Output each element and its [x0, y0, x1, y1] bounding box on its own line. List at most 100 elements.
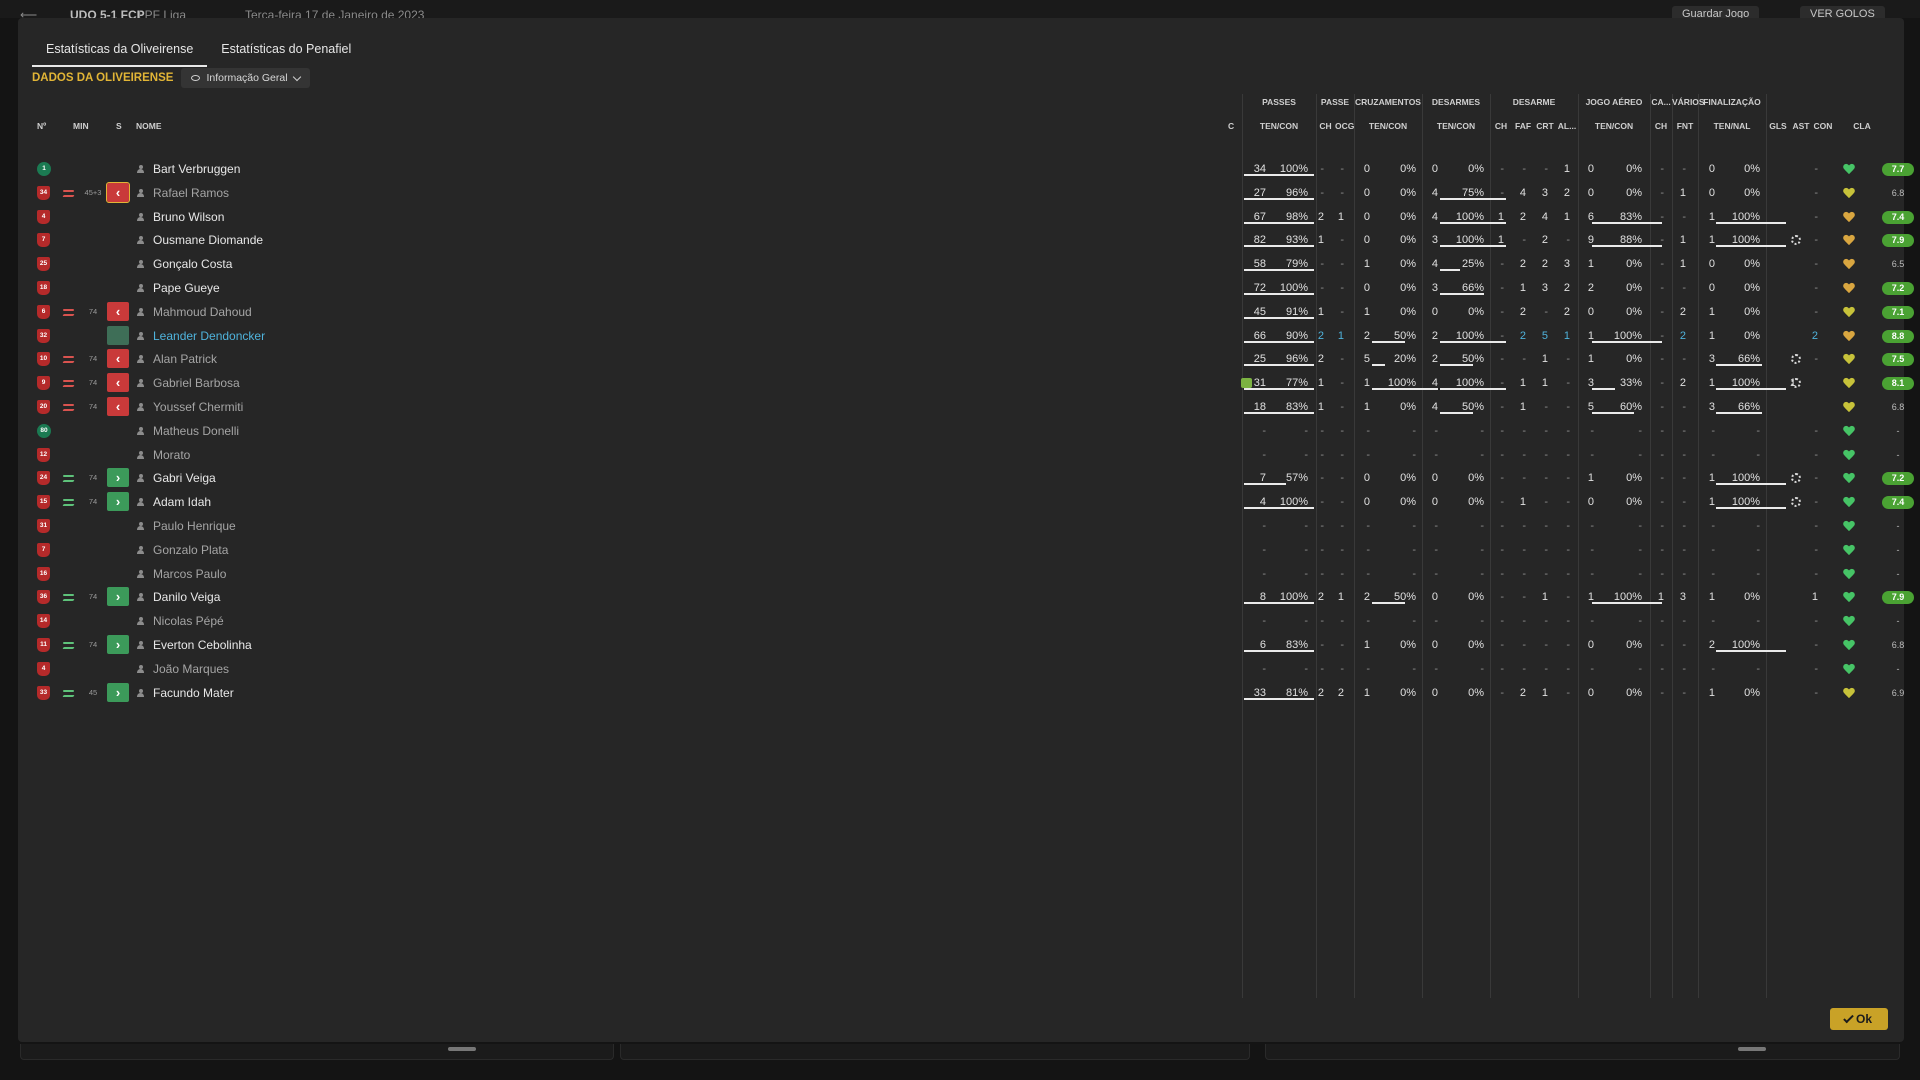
chevron-left-icon[interactable]: ‹ — [106, 181, 130, 203]
column-subheader[interactable]: TEN/CON — [1242, 121, 1316, 131]
player-name[interactable]: Marcos Paulo — [153, 562, 226, 586]
stat-ast: - — [1814, 472, 1818, 485]
column-subheader[interactable]: OCG — [1335, 121, 1354, 131]
table-row[interactable]: 4 João Marques - - - - - - - - - - - - - - - - - - - - — [18, 657, 1904, 681]
chevron-right-icon[interactable]: › — [107, 492, 129, 512]
ok-button[interactable]: Ok — [1830, 1008, 1888, 1030]
table-row[interactable]: 11 74 › Everton Cebolinha 6 83% - -1 0% 0 0% - - - -0 0… — [18, 633, 1904, 657]
table-row[interactable]: 33 45 › Facundo Mater 33 81% 2 2 1 0% 0 0% -2 1-0 0% - -… — [18, 681, 1904, 705]
table-row[interactable]: 9 74 ‹ Gabriel Barbosa 31 77% 1-1 100% 4 100% -1 1-… — [18, 371, 1914, 395]
player-name[interactable]: Leander Dendoncker — [153, 324, 265, 348]
stat-empty: - — [1522, 615, 1526, 628]
table-row[interactable]: 15 74 › Adam Idah 4 100% - -0 0% 0 0% -1- -0 0% - -1 100… — [18, 490, 1914, 514]
table-row[interactable]: 32 Leander Dendoncker 66 90% 2 1 2 50% 2 100% -2 5 1… — [18, 324, 1914, 348]
player-name[interactable]: Matheus Donelli — [153, 419, 239, 443]
column-subheader[interactable]: CH — [1316, 121, 1335, 131]
stat-empty: - — [1522, 543, 1526, 556]
player-name[interactable]: Facundo Mater — [153, 681, 234, 705]
player-name[interactable]: João Marques — [153, 657, 229, 681]
player-name[interactable]: Gabriel Barbosa — [153, 371, 240, 395]
column-subheader[interactable]: CON — [1812, 121, 1834, 131]
save-game-button[interactable]: Guardar Jogo — [1672, 6, 1760, 18]
player-name[interactable]: Bart Verbruggen — [153, 157, 240, 181]
column-subheader[interactable]: TEN/CON — [1422, 121, 1490, 131]
table-row[interactable]: 31 Paulo Henrique - - - - - - - - - - - - - - - - - - - - — [18, 514, 1904, 538]
player-name[interactable]: Morato — [153, 443, 190, 467]
table-row[interactable]: 20 74 ‹ Youssef Chermiti 18 83% 1 - 1 0% 4 50% - 1 - - 5… — [18, 395, 1904, 419]
table-row[interactable]: 16 Marcos Paulo - - - - - - - - - - - - - - - - - - - - — [18, 562, 1904, 586]
stat-pa: 18 — [1253, 401, 1266, 413]
table-row[interactable]: 25 Gonçalo Costa 58 79% - -1 0% 4 25% -2 2 3 1 0% -1 0 0… — [18, 252, 1904, 276]
column-subheader[interactable]: AL... — [1556, 121, 1578, 131]
chevron-left-icon[interactable]: ‹ — [107, 301, 129, 321]
column-header-min[interactable]: MIN — [73, 121, 89, 131]
player-name[interactable]: Youssef Chermiti — [153, 395, 243, 419]
stat-d4: 2 — [1563, 282, 1570, 294]
table-row[interactable]: 1 Bart Verbruggen 34 100% - -0 0% 0 0% - - -1 0 0% - -0… — [18, 157, 1914, 181]
table-row[interactable]: 6 74 ‹ Mahmoud Dahoud 45 91% 1 - 1 0% 0 0% - 2 - 2 0 0% - 2… — [18, 300, 1914, 324]
player-name[interactable]: Bruno Wilson — [153, 205, 224, 229]
column-header-s[interactable]: S — [116, 121, 122, 131]
stat-dep: 0% — [1468, 686, 1484, 699]
chevron-left-icon[interactable]: ‹ — [107, 349, 129, 369]
player-name[interactable]: Gonzalo Plata — [153, 538, 228, 562]
player-name[interactable]: Rafael Ramos — [153, 181, 229, 205]
column-header-c[interactable]: C — [1228, 121, 1234, 131]
column-subheader[interactable]: AST — [1790, 121, 1812, 131]
stat-ast: - — [1814, 234, 1818, 247]
column-header-nome[interactable]: NOME — [136, 121, 162, 131]
player-name[interactable]: Mahmoud Dahoud — [153, 300, 252, 324]
stat-empty: - — [1682, 520, 1686, 532]
player-name[interactable]: Everton Cebolinha — [153, 633, 252, 657]
column-subheader[interactable]: TEN/CON — [1578, 121, 1650, 131]
table-row[interactable]: 36 74 › Danilo Veiga 8 100% 2 1 2 50% 0 0% - -1-1 100%… — [18, 585, 1914, 609]
player-name[interactable]: Nicolas Pépé — [153, 609, 224, 633]
stat-cr: 0 — [1363, 496, 1370, 509]
column-subheader[interactable]: TEN/CON — [1354, 121, 1422, 131]
player-name[interactable]: Gabri Veiga — [153, 466, 216, 490]
chevron-right-icon[interactable]: › — [107, 635, 129, 654]
chevron-right-icon[interactable]: › — [107, 587, 129, 607]
stat-empty: - — [1522, 424, 1526, 437]
player-name[interactable]: Gonçalo Costa — [153, 252, 232, 276]
condition-heart-icon — [1843, 235, 1855, 246]
view-goals-button[interactable]: VER GOLOS — [1800, 6, 1885, 18]
table-row[interactable]: 12 Morato - - - - - - - - - - - - - - - - - - - - — [18, 443, 1904, 467]
stat-empty: - — [1366, 662, 1370, 675]
table-row[interactable]: 18 Pape Gueye 72 100% - -0 0% 3 66% -1 3 2 2 0% - -0 0% -… — [18, 276, 1914, 300]
stat-ch: - — [1320, 282, 1324, 294]
column-subheader[interactable]: CLA — [1842, 121, 1882, 131]
column-subheader[interactable]: TEN/NAL — [1698, 121, 1766, 131]
table-row[interactable]: 34 45+3 ‹ Rafael Ramos 27 96% - -0 0% 4 75% -4 3 2 0 0%… — [18, 181, 1904, 205]
chevron-right-icon[interactable]: › — [107, 682, 129, 702]
table-row[interactable]: 24 74 › Gabri Veiga 7 57% - -0 0% 0 0% - - - -1 0% - -1 10… — [18, 466, 1914, 490]
player-name[interactable]: Danilo Veiga — [153, 585, 220, 609]
stat-empty: - — [1590, 424, 1594, 437]
column-subheader[interactable]: CRT — [1534, 121, 1556, 131]
table-row[interactable]: 4 Bruno Wilson 67 98% 2 1 0 0% 4 100% 1 2 4 1 6 83% - -1 1… — [18, 205, 1914, 229]
chevron-right-icon[interactable]: › — [107, 468, 129, 488]
table-row[interactable]: 7 Gonzalo Plata - - - - - - - - - - - - - - - - - - - - — [18, 538, 1904, 562]
table-row[interactable]: 14 Nicolas Pépé - - - - - - - - - - - - - - - - - - - - — [18, 609, 1904, 633]
column-subheader[interactable]: CH — [1650, 121, 1672, 131]
player-name[interactable]: Paulo Henrique — [153, 514, 236, 538]
player-name[interactable]: Ousmane Diomande — [153, 228, 263, 252]
player-name[interactable]: Adam Idah — [153, 490, 211, 514]
player-name[interactable]: Alan Patrick — [153, 347, 217, 371]
shirt-number-badge: 15 — [37, 495, 50, 510]
chevron-left-icon[interactable]: ‹ — [107, 373, 129, 393]
column-subheader[interactable]: CH — [1490, 121, 1512, 131]
stat-empty: - — [1320, 448, 1324, 461]
table-row[interactable]: 80 Matheus Donelli - - - - - - - - - - - - - - - - - - - - — [18, 419, 1904, 443]
rating-badge: 6.9 — [1891, 687, 1905, 698]
column-header-num[interactable]: Nº — [37, 121, 46, 131]
table-row[interactable]: 7 Ousmane Diomande 82 93% 1 - 0 0% 3 100% 1 - 2 - 9 88%… — [18, 228, 1914, 252]
table-row[interactable]: 10 74 ‹ Alan Patrick 25 96% 2 - 5 20% 2 50% - - 1 - 1 0% -… — [18, 347, 1914, 371]
chevron-left-icon[interactable]: ‹ — [107, 397, 129, 416]
column-subheader[interactable]: GLS — [1766, 121, 1790, 131]
back-arrow-icon[interactable]: ⟵ — [20, 8, 37, 18]
rating-badge: 7.1 — [1882, 305, 1914, 319]
player-name[interactable]: Pape Gueye — [153, 276, 220, 300]
column-subheader[interactable]: FAF — [1512, 121, 1534, 131]
column-subheader[interactable]: FNT — [1672, 121, 1698, 131]
